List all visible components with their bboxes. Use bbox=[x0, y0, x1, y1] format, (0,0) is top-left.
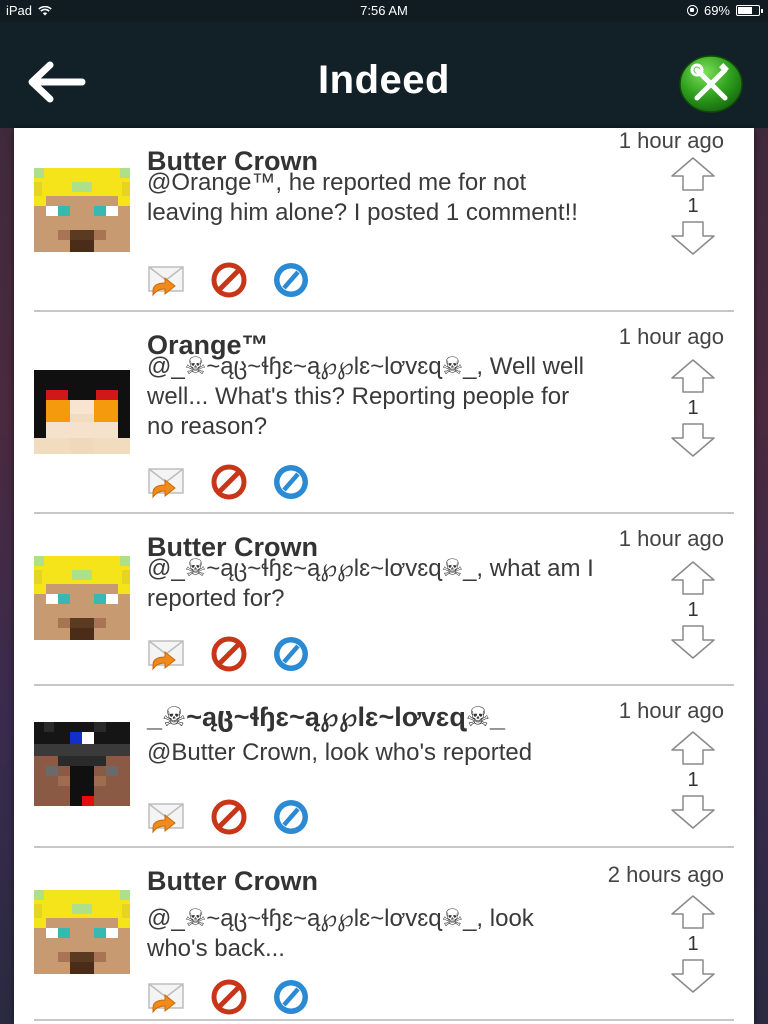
block-icon[interactable] bbox=[209, 635, 249, 673]
vote-controls: 1 bbox=[670, 730, 716, 830]
downvote-arrow-icon[interactable] bbox=[670, 958, 716, 994]
comment-text: @_☠~ąც~ɬɧɛ~ą℘℘lɛ~lơvɛɋ☠_, Well well well… bbox=[147, 353, 585, 440]
report-icon[interactable] bbox=[271, 463, 311, 501]
comment-text: @Orange™, he reported me for not leaving… bbox=[147, 169, 578, 226]
report-icon[interactable] bbox=[271, 635, 311, 673]
downvote-arrow-icon[interactable] bbox=[670, 794, 716, 830]
upvote-arrow-icon[interactable] bbox=[670, 894, 716, 930]
status-bar: iPad 7:56 AM 69% bbox=[0, 0, 768, 22]
vote-controls: 1 bbox=[670, 560, 716, 660]
clock: 7:56 AM bbox=[360, 3, 408, 18]
vote-score: 1 bbox=[687, 933, 699, 955]
comment-actions bbox=[147, 978, 311, 1016]
user-avatar[interactable] bbox=[34, 556, 130, 640]
comment-item: Orange™ 1 hour ago @_☠~ąც~ɬɧɛ~ą℘℘lɛ~lơvɛ… bbox=[34, 312, 734, 514]
upvote-arrow-icon[interactable] bbox=[670, 358, 716, 394]
block-icon[interactable] bbox=[209, 978, 249, 1016]
upvote-arrow-icon[interactable] bbox=[670, 560, 716, 596]
comment-text: @_☠~ąც~ɬɧɛ~ą℘℘lɛ~lơvɛɋ☠_, what am I repo… bbox=[147, 555, 594, 612]
page-title: Indeed bbox=[318, 58, 450, 102]
comment-timestamp: 1 hour ago bbox=[618, 526, 724, 551]
battery-percent: 69% bbox=[703, 3, 730, 18]
upvote-arrow-icon[interactable] bbox=[670, 730, 716, 766]
report-icon[interactable] bbox=[271, 261, 311, 299]
downvote-arrow-icon[interactable] bbox=[670, 220, 716, 256]
reply-envelope-icon[interactable] bbox=[147, 261, 187, 299]
user-avatar[interactable] bbox=[34, 370, 130, 454]
block-icon[interactable] bbox=[209, 463, 249, 501]
reply-envelope-icon[interactable] bbox=[147, 978, 187, 1016]
vote-score: 1 bbox=[687, 599, 699, 621]
comment-text: @_☠~ąც~ɬɧɛ~ą℘℘lɛ~lơvɛɋ☠_, look who's bac… bbox=[147, 905, 534, 962]
comment-timestamp: 2 hours ago bbox=[607, 862, 724, 887]
block-icon[interactable] bbox=[209, 798, 249, 836]
comment-list: Butter Crown 1 hour ago @Orange™, he rep… bbox=[14, 128, 754, 1024]
comment-timestamp: 1 hour ago bbox=[618, 698, 724, 723]
user-avatar[interactable] bbox=[34, 722, 130, 806]
comment-actions bbox=[147, 463, 311, 501]
rotation-lock-icon bbox=[686, 5, 698, 16]
comment-author[interactable]: Butter Crown bbox=[147, 866, 318, 897]
vote-controls: 1 bbox=[670, 894, 716, 994]
vote-score: 1 bbox=[687, 195, 699, 217]
downvote-arrow-icon[interactable] bbox=[670, 624, 716, 660]
comment-timestamp: 1 hour ago bbox=[618, 128, 724, 153]
comment-actions bbox=[147, 261, 311, 299]
upvote-arrow-icon[interactable] bbox=[670, 156, 716, 192]
comment-author[interactable]: _☠~ąც~ɬɧɛ~ą℘℘lɛ~lơvɛɋ☠_ bbox=[147, 702, 505, 733]
reply-envelope-icon[interactable] bbox=[147, 635, 187, 673]
report-icon[interactable] bbox=[271, 978, 311, 1016]
user-avatar[interactable] bbox=[34, 890, 130, 974]
user-avatar[interactable] bbox=[34, 168, 130, 252]
settings-button[interactable] bbox=[678, 54, 744, 114]
comment-actions bbox=[147, 798, 311, 836]
comment-item: Butter Crown 2 hours ago @_☠~ąც~ɬɧɛ~ą℘℘l… bbox=[34, 848, 734, 1021]
reply-envelope-icon[interactable] bbox=[147, 798, 187, 836]
battery-icon bbox=[736, 5, 763, 16]
vote-controls: 1 bbox=[670, 156, 716, 256]
downvote-arrow-icon[interactable] bbox=[670, 422, 716, 458]
vote-controls: 1 bbox=[670, 358, 716, 458]
comment-item: Butter Crown 1 hour ago @Orange™, he rep… bbox=[34, 128, 734, 312]
comment-item: _☠~ąც~ɬɧɛ~ą℘℘lɛ~lơvɛɋ☠_ 1 hour ago @Butt… bbox=[34, 686, 734, 848]
comment-text: @Butter Crown, look who's reported bbox=[147, 739, 533, 766]
comment-timestamp: 1 hour ago bbox=[618, 324, 724, 349]
vote-score: 1 bbox=[687, 397, 699, 419]
vote-score: 1 bbox=[687, 769, 699, 791]
reply-envelope-icon[interactable] bbox=[147, 463, 187, 501]
comment-actions bbox=[147, 635, 311, 673]
report-icon[interactable] bbox=[271, 798, 311, 836]
block-icon[interactable] bbox=[209, 261, 249, 299]
nav-bar: Indeed bbox=[0, 22, 768, 128]
comment-item: Butter Crown 1 hour ago @_☠~ąც~ɬɧɛ~ą℘℘lɛ… bbox=[34, 514, 734, 686]
